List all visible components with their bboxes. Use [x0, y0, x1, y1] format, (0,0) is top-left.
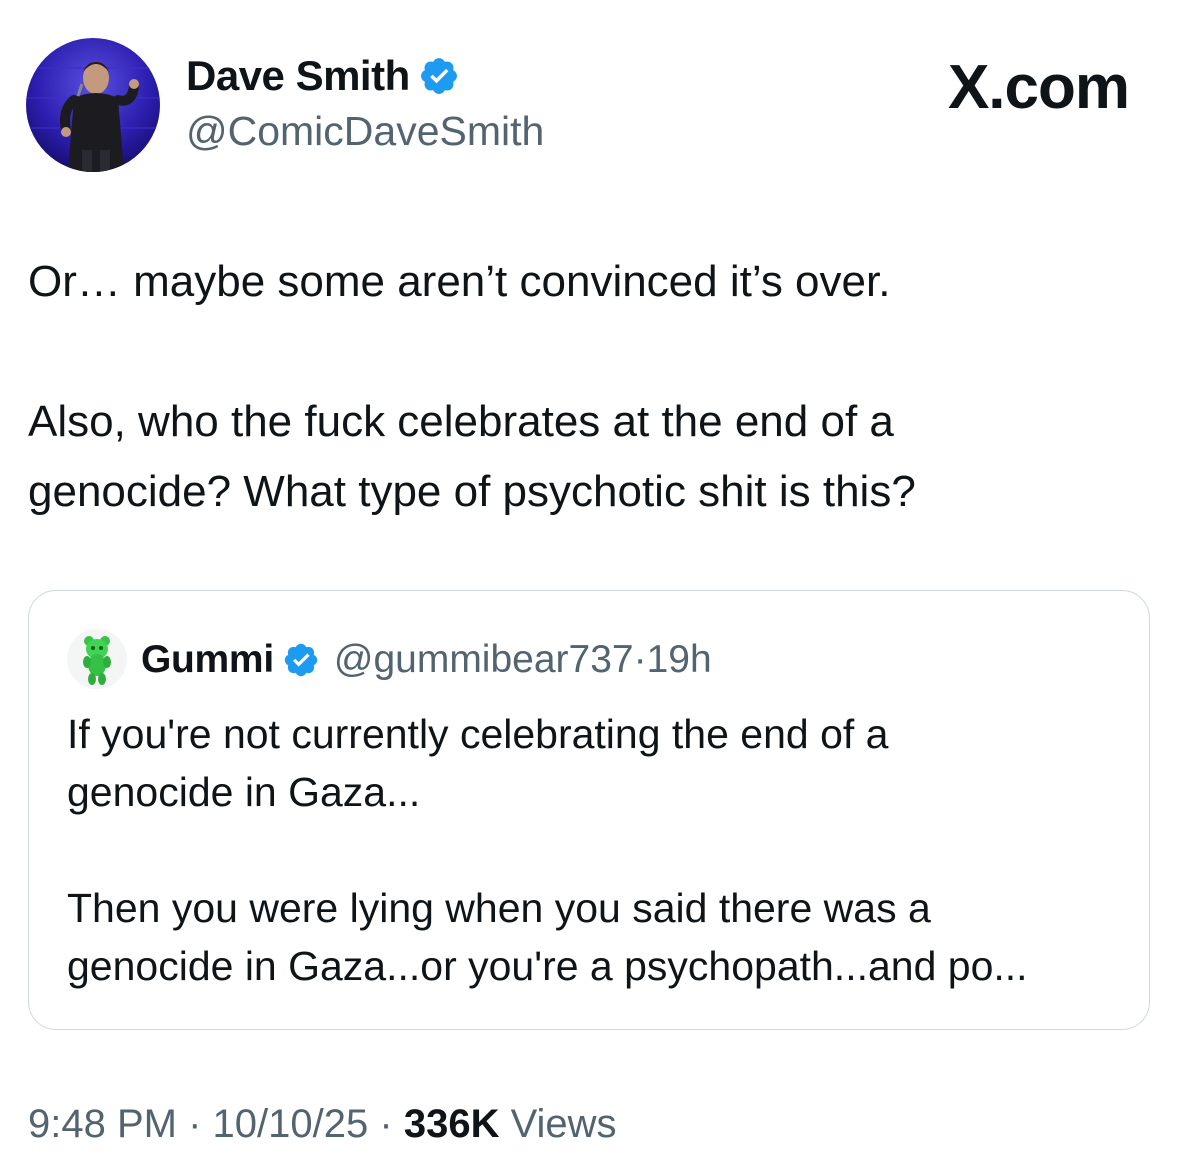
- footer-separator: ·: [379, 1102, 393, 1146]
- quoted-timestamp[interactable]: 19h: [647, 638, 712, 682]
- quoted-author-handle[interactable]: @gummibear737: [334, 638, 634, 682]
- quoted-line: If you're not currently celebrating the …: [67, 711, 889, 757]
- tweet-body: Or… maybe some aren’t convinced it’s ove…: [28, 247, 1138, 527]
- tweet-footer: 9:48 PM · 10/10/25 · 336K Views: [28, 1102, 617, 1147]
- tweet-line: genocide? What type of psychotic shit is…: [28, 467, 916, 516]
- quoted-tweet-card[interactable]: Gummi @gummibear737 · 19h If you're not …: [28, 590, 1150, 1030]
- author-display-name[interactable]: Dave Smith: [186, 52, 460, 100]
- tweet-line: Also, who the fuck celebrates at the end…: [28, 397, 894, 446]
- quoted-line: genocide in Gaza...or you're a psychopat…: [67, 943, 1028, 989]
- quoted-tweet-body: If you're not currently celebrating the …: [67, 705, 1127, 995]
- author-handle[interactable]: @ComicDaveSmith: [186, 108, 544, 155]
- views-label: Views: [510, 1102, 617, 1146]
- quoted-line: genocide in Gaza...: [67, 769, 421, 815]
- gummy-bear-icon: [67, 629, 127, 689]
- verified-badge-icon: [282, 641, 320, 679]
- tweet-time[interactable]: 9:48 PM: [28, 1102, 177, 1146]
- x-com-logo: X.com: [947, 53, 1130, 122]
- views-count: 336K: [403, 1102, 500, 1146]
- quoted-author-name[interactable]: Gummi: [141, 638, 274, 682]
- author-avatar[interactable]: [26, 38, 160, 172]
- author-name-text: Dave Smith: [186, 52, 410, 99]
- quoted-tweet-header: Gummi @gummibear737 · 19h: [141, 633, 712, 687]
- tweet-line: Or… maybe some aren’t convinced it’s ove…: [28, 257, 891, 306]
- meta-separator: ·: [633, 638, 647, 681]
- tweet-date[interactable]: 10/10/25: [213, 1102, 369, 1146]
- avatar-image: [26, 38, 160, 172]
- verified-badge-icon: [418, 55, 460, 97]
- quoted-author-avatar[interactable]: [67, 629, 127, 689]
- quoted-line: Then you were lying when you said there …: [67, 885, 931, 931]
- footer-separator: ·: [188, 1102, 202, 1146]
